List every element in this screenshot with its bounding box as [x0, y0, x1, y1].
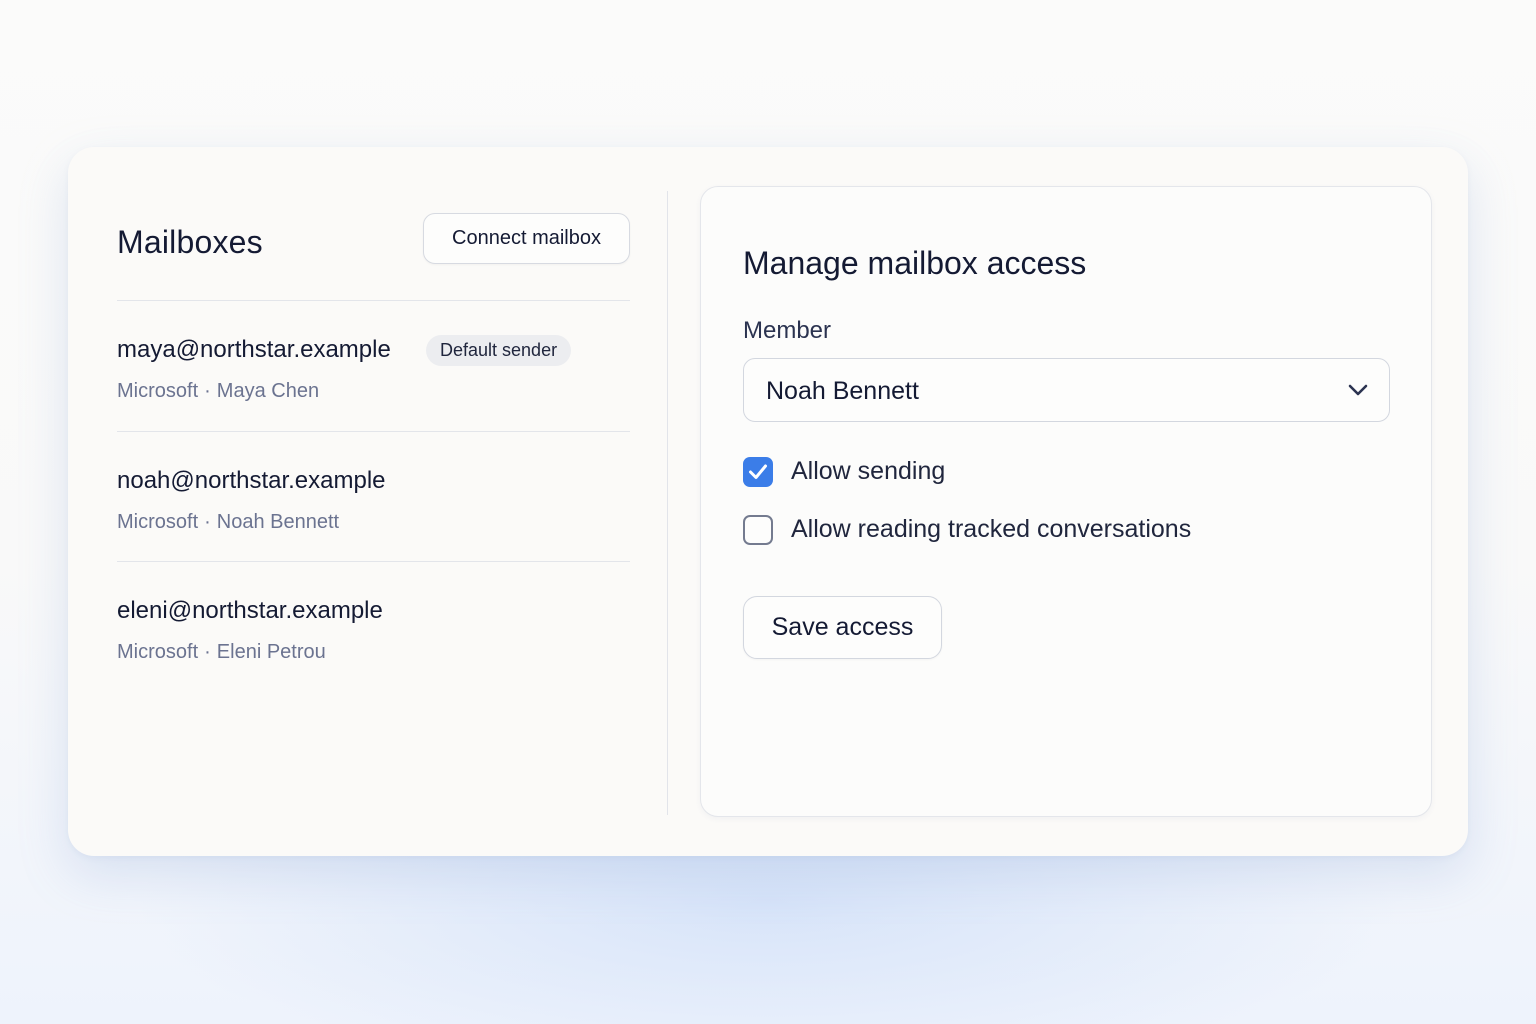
- meta-separator: ·: [204, 380, 211, 402]
- check-icon: [749, 464, 767, 479]
- mailbox-meta: Microsoft · Noah Bennett: [117, 511, 339, 534]
- allow-reading-option[interactable]: Allow reading tracked conversations: [743, 513, 1343, 547]
- connect-mailbox-button[interactable]: Connect mailbox: [423, 213, 630, 264]
- mailbox-owner: Eleni Petrou: [216, 641, 326, 663]
- member-select[interactable]: Noah Bennett: [743, 358, 1390, 422]
- mailboxes-title: Mailboxes: [117, 224, 263, 260]
- mailbox-meta: Microsoft · Eleni Petrou: [117, 641, 326, 664]
- panel-divider: [667, 191, 668, 815]
- mailbox-email: noah@northstar.example: [117, 467, 386, 494]
- meta-separator: ·: [204, 641, 211, 663]
- list-divider: [117, 561, 630, 562]
- mailbox-provider: Microsoft: [117, 641, 199, 663]
- mailbox-provider: Microsoft: [117, 511, 199, 533]
- list-divider: [117, 300, 630, 301]
- mailbox-owner: Maya Chen: [216, 380, 320, 402]
- allow-sending-option[interactable]: Allow sending: [743, 455, 1343, 489]
- access-panel: Manage mailbox access Member Noah Bennet…: [700, 186, 1432, 817]
- allow-sending-checkbox[interactable]: [743, 457, 773, 487]
- mailbox-provider: Microsoft: [117, 380, 199, 402]
- allow-reading-checkbox[interactable]: [743, 515, 773, 545]
- mailbox-row-eleni[interactable]: eleni@northstar.example Microsoft · Eleni …: [117, 597, 630, 707]
- allow-sending-label: Allow sending: [791, 457, 946, 485]
- mailbox-row-maya[interactable]: maya@northstar.example Default sender Mi…: [117, 335, 630, 446]
- mailbox-meta: Microsoft · Maya Chen: [117, 380, 319, 403]
- mailbox-owner: Noah Bennett: [216, 511, 340, 533]
- list-divider: [117, 431, 630, 432]
- member-label: Member: [743, 317, 832, 344]
- meta-separator: ·: [204, 511, 211, 533]
- chevron-down-icon: [1348, 384, 1368, 396]
- default-sender-badge: Default sender: [426, 335, 572, 366]
- save-access-button[interactable]: Save access: [743, 596, 942, 659]
- mailbox-email: eleni@northstar.example: [117, 597, 383, 624]
- mailbox-email: maya@northstar.example: [117, 336, 391, 363]
- allow-reading-label: Allow reading tracked conversations: [791, 515, 1192, 543]
- mailbox-settings-card: Mailboxes Connect mailbox maya@northstar…: [68, 147, 1468, 856]
- access-panel-title: Manage mailbox access: [743, 245, 1087, 281]
- member-select-value: Noah Bennett: [766, 377, 919, 405]
